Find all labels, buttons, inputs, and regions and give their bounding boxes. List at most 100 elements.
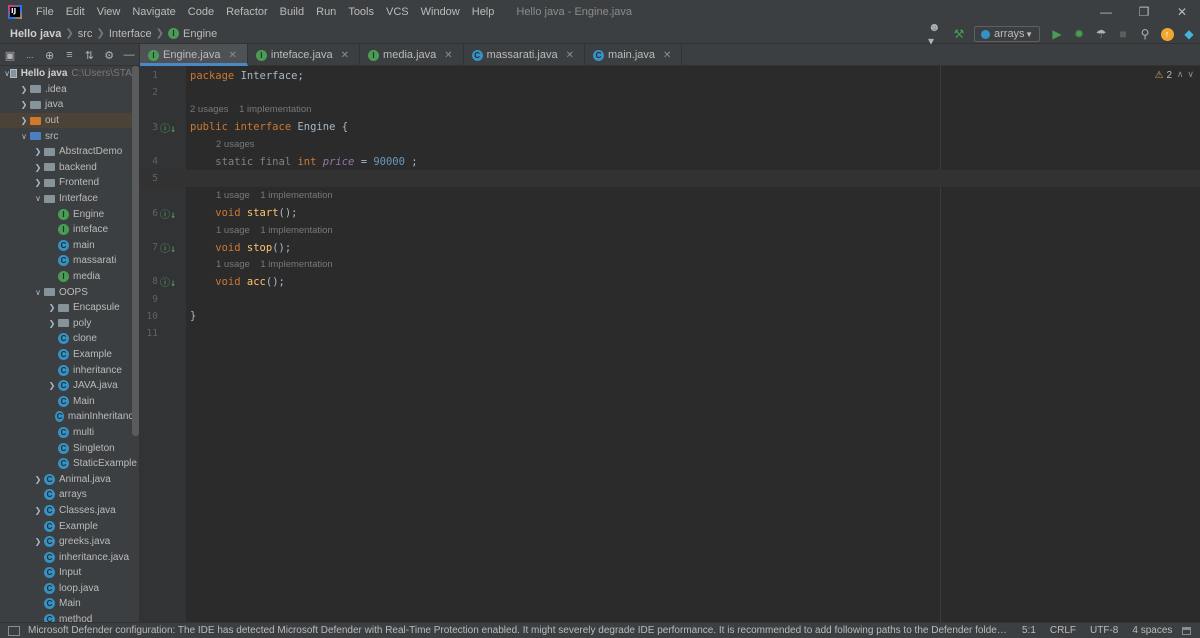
menu-edit[interactable]: Edit [60, 0, 91, 24]
tab-inteface-java[interactable]: Iinteface.java ✕ [248, 44, 361, 66]
implemented-gutter-icon[interactable]: ⓘ↓ [160, 120, 176, 135]
tree-item[interactable]: I Engine [0, 206, 139, 222]
tab-main-java[interactable]: Cmain.java ✕ [585, 44, 683, 66]
tree-item[interactable]: ❯ backend [0, 160, 139, 176]
implemented-gutter-icon[interactable]: ⓘ↓ [160, 240, 176, 255]
run-icon[interactable]: ▶ [1048, 25, 1066, 43]
tool-windows-toggle-icon[interactable] [8, 625, 20, 636]
chevron-right-icon[interactable]: ❯ [32, 537, 44, 546]
collapse-all-icon[interactable]: ≡ [62, 46, 78, 64]
tree-scrollbar[interactable] [132, 66, 139, 436]
status-message[interactable]: Microsoft Defender configuration: The ID… [28, 625, 1008, 636]
expand-all-icon[interactable]: ⇅ [81, 46, 97, 64]
tab-engine-java[interactable]: I Engine.java ✕ [140, 44, 248, 66]
menu-build[interactable]: Build [274, 0, 310, 24]
breadcrumb-file[interactable]: Engine [183, 28, 217, 40]
tree-item[interactable]: C Example [0, 347, 139, 363]
file-encoding[interactable]: UTF-8 [1090, 625, 1118, 636]
tree-item[interactable]: Cinheritance.java [0, 549, 139, 565]
close-tab-icon[interactable]: ✕ [663, 50, 671, 61]
project-view-icon[interactable]: ▣ [2, 46, 18, 64]
close-tab-icon[interactable]: ✕ [566, 50, 574, 61]
chevron-down-icon[interactable]: ∨ [1187, 69, 1194, 80]
gear-icon[interactable]: ⚙ [101, 46, 117, 64]
implemented-gutter-icon[interactable]: ⓘ↓ [160, 206, 176, 221]
coverage-icon[interactable]: ☂ [1092, 25, 1110, 43]
tab-massarati-java[interactable]: Cmassarati.java ✕ [464, 44, 585, 66]
menu-code[interactable]: Code [182, 0, 220, 24]
tree-item[interactable]: ❯ C JAVA.java [0, 378, 139, 394]
breadcrumb-project[interactable]: Hello java [10, 28, 61, 40]
implemented-gutter-icon[interactable]: ⓘ↓ [160, 274, 176, 289]
tree-item[interactable]: Imedia [0, 269, 139, 285]
usage-hint[interactable]: 1 usage 1 implementation [216, 190, 333, 201]
tree-item[interactable]: C Main [0, 596, 139, 612]
tree-root[interactable]: ∨ Hello java C:\Users\STAR [0, 66, 139, 82]
chevron-right-icon[interactable]: ❯ [32, 506, 44, 515]
chevron-right-icon[interactable]: ❯ [46, 381, 58, 390]
chevron-right-icon[interactable]: ❯ [32, 475, 44, 484]
hide-icon[interactable]: — [121, 46, 137, 64]
tree-item[interactable]: Cmethod [0, 612, 139, 622]
tree-item[interactable]: C Input [0, 565, 139, 581]
tree-item[interactable]: C Singleton [0, 440, 139, 456]
usage-hint[interactable]: 1 usage 1 implementation [216, 225, 333, 236]
tree-item[interactable]: ❯ C Classes.java [0, 503, 139, 519]
tree-item[interactable]: ❯ poly [0, 316, 139, 332]
tree-item[interactable]: ❯ out [0, 112, 139, 129]
indent-setting[interactable]: 4 spaces [1132, 625, 1172, 636]
tree-item[interactable]: ❯ C Animal.java [0, 471, 139, 487]
tree-item[interactable]: ❯ Frontend [0, 175, 139, 191]
chevron-down-icon[interactable]: ∨ [18, 132, 30, 141]
close-window-icon[interactable]: ✕ [1164, 0, 1200, 24]
chevron-right-icon[interactable]: ❯ [46, 319, 58, 328]
tree-item[interactable]: ❯ Cgreeks.java [0, 534, 139, 550]
tree-item[interactable]: ∨ OOPS [0, 284, 139, 300]
toolbox-icon[interactable]: ◆ [1180, 25, 1198, 43]
usage-hint[interactable]: 1 usage 1 implementation [216, 259, 333, 270]
menu-tools[interactable]: Tools [342, 0, 380, 24]
tree-item[interactable]: ❯ AbstractDemo [0, 144, 139, 160]
tree-item[interactable]: Cmain [0, 238, 139, 254]
tree-item[interactable]: Carrays [0, 487, 139, 503]
tree-item[interactable]: Cclone [0, 331, 139, 347]
chevron-down-icon[interactable]: ∨ [32, 288, 44, 297]
usage-hint[interactable]: 2 usages 1 implementation [190, 104, 311, 115]
chevron-down-icon[interactable]: ∨ [32, 194, 44, 203]
build-hammer-icon[interactable]: ⚒ [950, 25, 968, 43]
tree-item[interactable]: C Example [0, 518, 139, 534]
menu-run[interactable]: Run [310, 0, 342, 24]
stop-icon[interactable]: ■ [1114, 25, 1132, 43]
restore-icon[interactable]: ❐ [1126, 0, 1162, 24]
search-icon[interactable]: ⚲ [1136, 25, 1154, 43]
tree-item[interactable]: Cmassarati [0, 253, 139, 269]
menu-navigate[interactable]: Navigate [126, 0, 181, 24]
chevron-right-icon[interactable]: ❯ [46, 303, 58, 312]
caret-position[interactable]: 5:1 [1022, 625, 1036, 636]
breadcrumb-src[interactable]: src [78, 28, 93, 40]
tree-item[interactable]: ❯ java [0, 97, 139, 113]
close-tab-icon[interactable]: ✕ [444, 50, 452, 61]
chevron-right-icon[interactable]: ❯ [32, 163, 44, 172]
usage-hint[interactable]: 2 usages [216, 139, 255, 150]
tab-media-java[interactable]: Imedia.java ✕ [360, 44, 464, 66]
project-view-dropdown[interactable]: ... [22, 46, 38, 64]
breadcrumb-package[interactable]: Interface [109, 28, 152, 40]
debug-icon[interactable]: ✹ [1070, 25, 1088, 43]
chevron-right-icon[interactable]: ❯ [32, 178, 44, 187]
menu-window[interactable]: Window [415, 0, 466, 24]
tree-item[interactable]: ∨ Interface [0, 191, 139, 207]
tree-item[interactable]: ∨ src [0, 128, 139, 144]
close-tab-icon[interactable]: ✕ [341, 50, 349, 61]
menu-vcs[interactable]: VCS [380, 0, 415, 24]
tree-item[interactable]: Cinheritance [0, 362, 139, 378]
code-editor[interactable]: 1 package Interface; 2 2 usages 1 implement… [140, 66, 1200, 622]
chevron-right-icon[interactable]: ❯ [18, 116, 30, 125]
run-configuration-select[interactable]: arrays ▼ [974, 26, 1040, 42]
menu-file[interactable]: File [30, 0, 60, 24]
menu-view[interactable]: View [91, 0, 127, 24]
line-separator[interactable]: CRLF [1050, 625, 1076, 636]
chevron-right-icon[interactable]: ❯ [18, 100, 30, 109]
tree-item[interactable]: C StaticExample [0, 456, 139, 472]
tree-item[interactable]: Iinteface [0, 222, 139, 238]
